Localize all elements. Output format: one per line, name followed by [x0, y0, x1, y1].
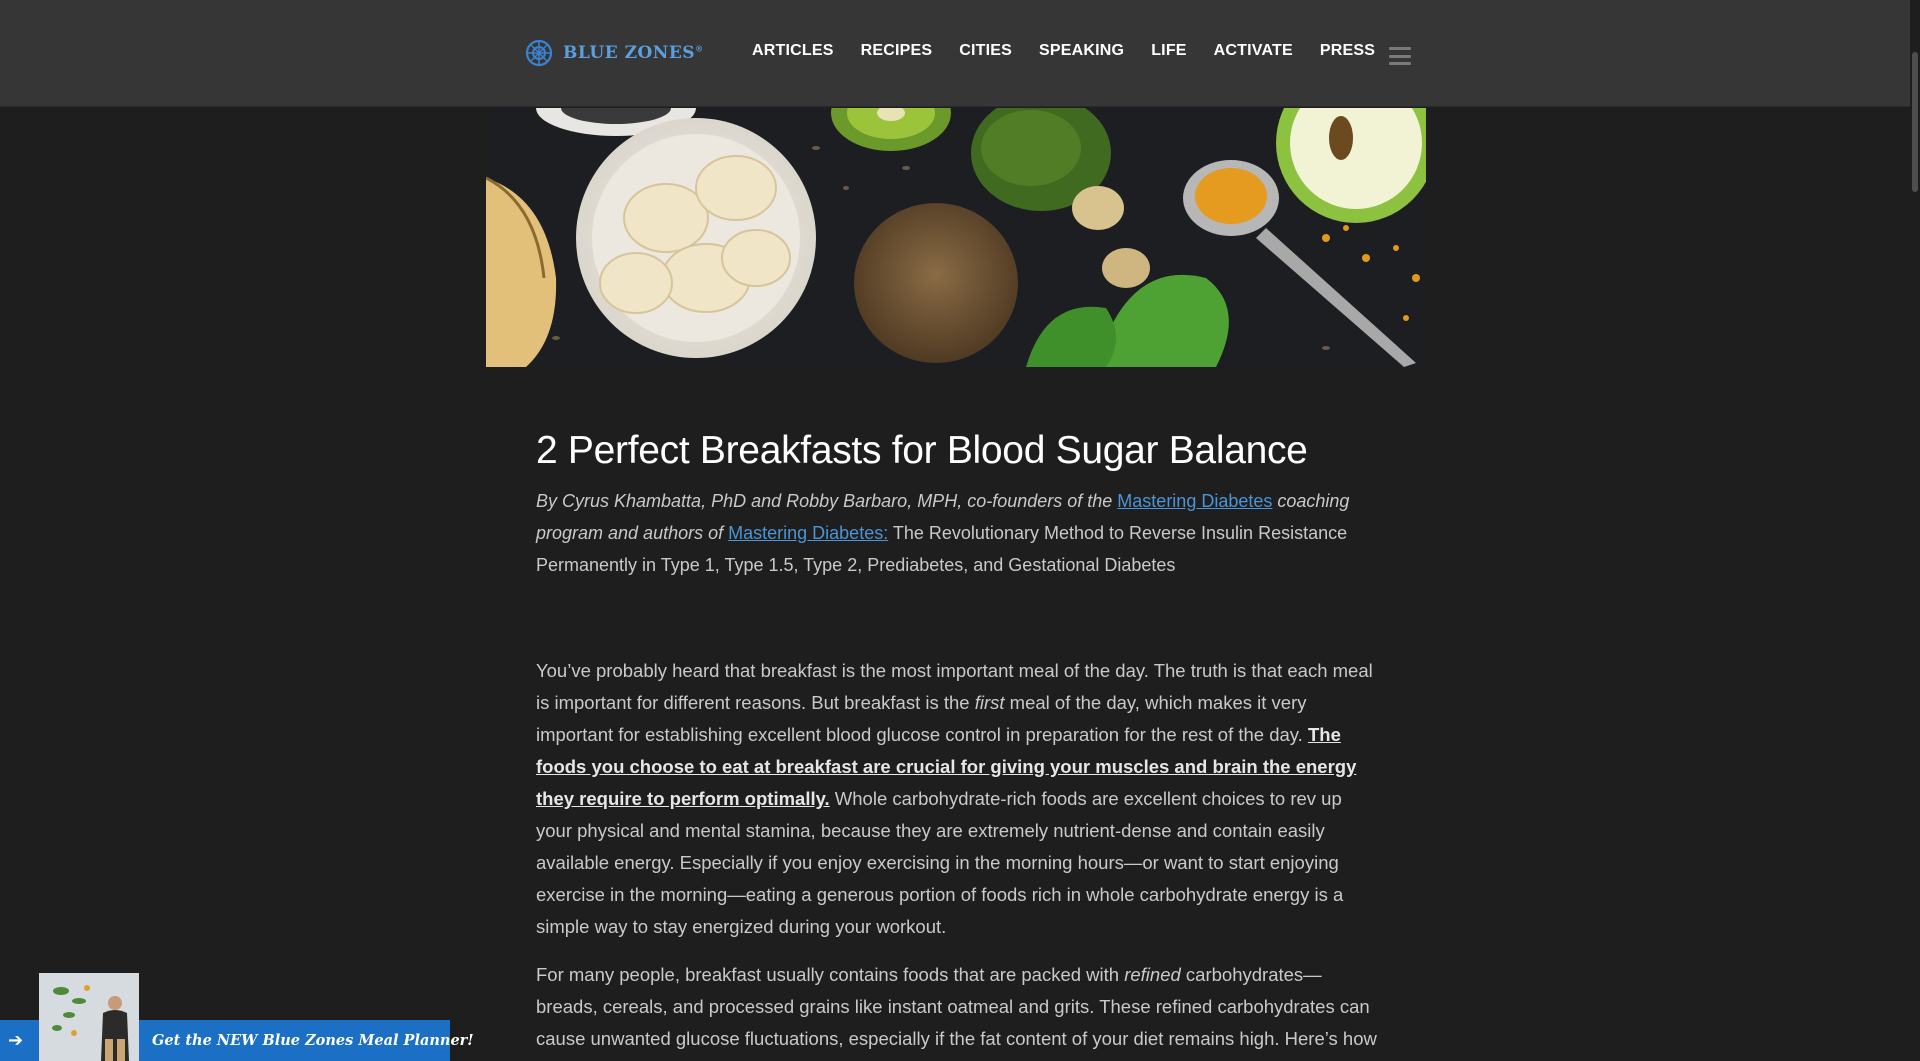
nav-articles[interactable]: ARTICLES: [752, 42, 834, 60]
arrow-right-icon[interactable]: ➔: [8, 1030, 23, 1051]
hamburger-menu-icon[interactable]: [1389, 47, 1411, 65]
nav-recipes[interactable]: RECIPES: [861, 42, 933, 60]
article-title: 2 Perfect Breakfasts for Blood Sugar Bal…: [536, 429, 1308, 472]
logo-text: BLUE ZONES®: [563, 43, 704, 63]
nav-activate[interactable]: ACTIVATE: [1214, 42, 1293, 60]
article-paragraph-1: You’ve probably heard that breakfast is …: [536, 659, 1373, 937]
site-logo[interactable]: BLUE ZONES®: [524, 38, 704, 68]
scroll-thumb[interactable]: [1912, 52, 1918, 192]
mastering-diabetes-book-link[interactable]: Mastering Diabetes:: [728, 523, 888, 543]
page-scrollbar[interactable]: [1910, 0, 1920, 1061]
article: 2 Perfect Breakfasts for Blood Sugar Bal…: [536, 428, 1381, 1061]
nav-speaking[interactable]: SPEAKING: [1039, 42, 1124, 60]
main-nav: ARTICLES RECIPES CITIES SPEAKING LIFE AC…: [752, 42, 1375, 60]
byline-intro: By Cyrus Khambatta, PhD and Robby Barbar…: [536, 490, 1118, 511]
blue-zones-globe-icon: [525, 39, 553, 67]
nav-press[interactable]: PRESS: [1320, 42, 1375, 60]
mastering-diabetes-link[interactable]: Mastering Diabetes: [1117, 491, 1272, 511]
site-header: BLUE ZONES® ARTICLES RECIPES CITIES SPEA…: [0, 0, 1920, 107]
promo-text[interactable]: Get the NEW Blue Zones Meal Planner!: [152, 1032, 474, 1049]
nav-life[interactable]: LIFE: [1151, 42, 1186, 60]
meal-planner-promo-banner[interactable]: ➔ Get the NEW Blue Zones Meal Planner!: [0, 973, 474, 1061]
hero-image: [486, 108, 1426, 367]
nav-cities[interactable]: CITIES: [959, 42, 1012, 60]
promo-thumbnail-image: [39, 973, 139, 1061]
article-paragraph-2: For many people, breakfast usually conta…: [536, 963, 1377, 1061]
breakfast-foods-illustration: [486, 108, 1426, 367]
article-byline: By Cyrus Khambatta, PhD and Robby Barbar…: [536, 485, 1381, 581]
